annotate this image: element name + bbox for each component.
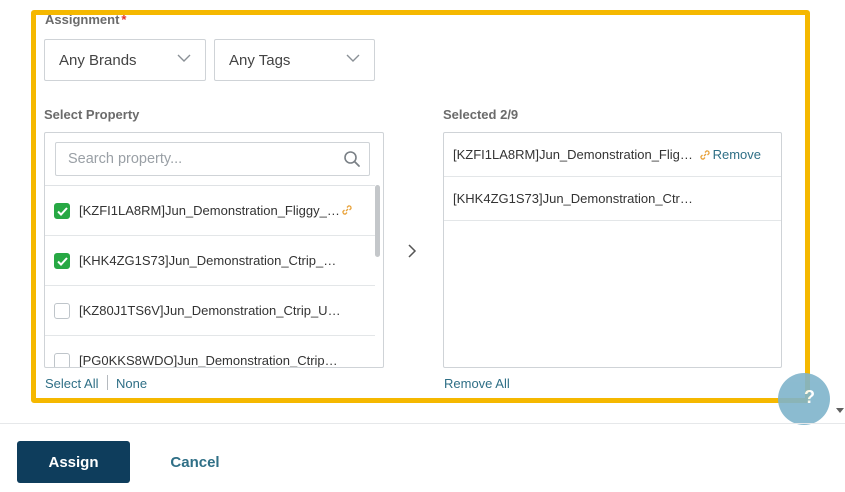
required-mark: * — [121, 12, 127, 27]
link-separator — [107, 375, 108, 390]
help-bubble[interactable]: ? — [778, 373, 830, 425]
brands-dropdown-value: Any Brands — [59, 51, 137, 69]
tags-dropdown[interactable]: Any Tags — [214, 39, 375, 81]
tags-dropdown-value: Any Tags — [229, 51, 291, 69]
property-name: [KZFI1LA8RM]Jun_Demonstration_Fliggy_C..… — [79, 203, 341, 218]
assign-button[interactable]: Assign — [17, 441, 130, 483]
scroll-down-arrow-icon[interactable] — [836, 406, 844, 414]
chevron-down-icon — [177, 54, 191, 62]
chevron-down-icon — [346, 54, 360, 62]
link-icon — [699, 149, 710, 160]
check-icon — [57, 256, 68, 266]
link-icon — [342, 205, 352, 215]
property-list-panel: [KZFI1LA8RM]Jun_Demonstration_Fliggy_C..… — [44, 132, 384, 368]
select-all-link[interactable]: Select All — [45, 376, 98, 391]
property-name: [KZ80J1TS6V]Jun_Demonstration_Ctrip_Unco… — [79, 303, 341, 318]
selected-item: [KZFI1LA8RM]Jun_Demonstration_Fligg... R… — [444, 133, 781, 177]
help-glyph: ? — [804, 387, 815, 407]
property-name: [KHK4ZG1S73]Jun_Demonstration_Ctrip_Conn… — [79, 253, 341, 268]
property-name: [PG0KKS8WDO]Jun_Demonstration_Ctrip_Con.… — [79, 353, 341, 368]
search-box — [55, 142, 370, 176]
cancel-button[interactable]: Cancel — [150, 441, 240, 483]
selected-item: [KHK4ZG1S73]Jun_Demonstration_Ctrip_C... — [444, 177, 781, 221]
checkbox-unchecked[interactable] — [54, 352, 70, 367]
remove-all-link[interactable]: Remove All — [444, 376, 510, 391]
select-property-label: Select Property — [44, 107, 140, 122]
selected-property-name: [KZFI1LA8RM]Jun_Demonstration_Fligg... — [453, 147, 693, 162]
check-icon — [57, 206, 68, 216]
selected-list-panel: [KZFI1LA8RM]Jun_Demonstration_Fligg... R… — [443, 132, 782, 368]
chevron-right-icon[interactable] — [406, 243, 418, 259]
list-item[interactable]: [KZFI1LA8RM]Jun_Demonstration_Fliggy_C..… — [45, 185, 375, 235]
list-item[interactable]: [PG0KKS8WDO]Jun_Demonstration_Ctrip_Con.… — [45, 335, 375, 368]
list-item[interactable]: [KZ80J1TS6V]Jun_Demonstration_Ctrip_Unco… — [45, 285, 375, 335]
none-link[interactable]: None — [116, 376, 147, 391]
selected-property-name: [KHK4ZG1S73]Jun_Demonstration_Ctrip_C... — [453, 191, 693, 206]
checkbox-unchecked[interactable] — [54, 302, 70, 319]
checkbox-checked[interactable] — [54, 252, 70, 269]
search-property-input[interactable] — [56, 143, 336, 175]
assignment-label: Assignment * — [45, 12, 126, 27]
remove-link[interactable]: Remove — [699, 147, 761, 162]
list-scrollbar[interactable] — [375, 185, 380, 257]
list-item[interactable]: [KHK4ZG1S73]Jun_Demonstration_Ctrip_Conn… — [45, 235, 375, 285]
footer-divider — [0, 423, 845, 424]
remove-label: Remove — [712, 147, 761, 162]
selected-count-label: Selected 2/9 — [443, 107, 519, 122]
assignment-label-text: Assignment — [45, 12, 120, 27]
property-list: [KZFI1LA8RM]Jun_Demonstration_Fliggy_C..… — [45, 185, 375, 368]
checkbox-checked[interactable] — [54, 202, 70, 219]
search-icon[interactable] — [343, 150, 361, 168]
brands-dropdown[interactable]: Any Brands — [44, 39, 206, 81]
